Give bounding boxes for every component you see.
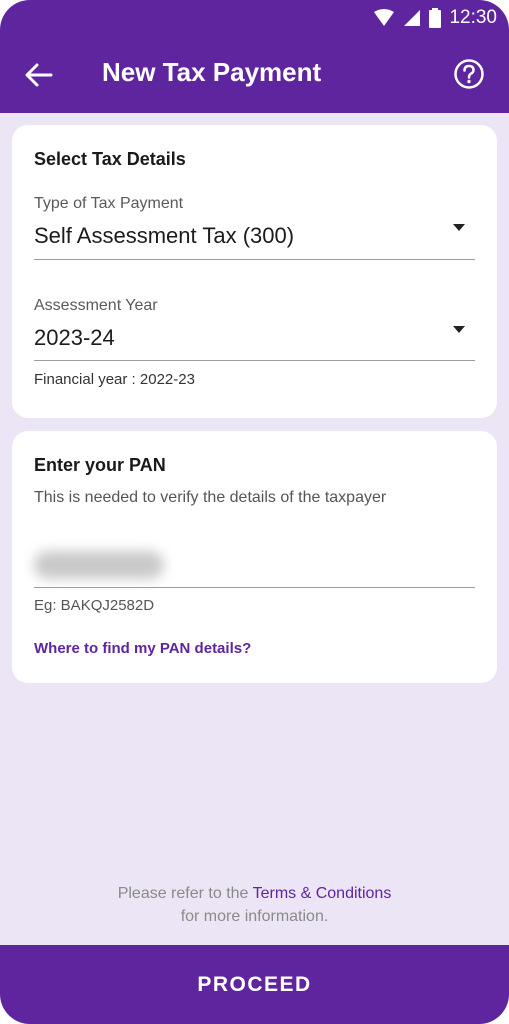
chevron-down-icon[interactable]	[453, 326, 465, 333]
help-circle-icon[interactable]	[453, 58, 485, 90]
pan-description: This is needed to verify the details of …	[34, 489, 387, 506]
wifi-icon	[374, 9, 395, 26]
pan-card: Enter your PAN This is needed to verify …	[12, 431, 497, 683]
assessment-year-label: Assessment Year	[34, 297, 158, 314]
tax-details-heading: Select Tax Details	[34, 149, 186, 169]
terms-link[interactable]: Terms & Conditions	[253, 885, 392, 902]
assessment-year-value[interactable]: 2023-24	[34, 325, 115, 351]
header: 12:30 New Tax Payment	[0, 0, 509, 113]
financial-year-text: Financial year : 2022-23	[34, 371, 195, 388]
pan-heading: Enter your PAN	[34, 455, 166, 475]
battery-icon	[429, 8, 442, 28]
terms-text: Please refer to the Terms & Conditions f…	[0, 882, 509, 928]
signal-icon	[404, 10, 421, 26]
chevron-down-icon[interactable]	[453, 224, 465, 231]
terms-prefix: Please refer to the	[117, 885, 253, 902]
arrow-left-icon[interactable]	[22, 58, 56, 92]
pan-underline	[34, 587, 475, 588]
tax-type-value[interactable]: Self Assessment Tax (300)	[34, 223, 294, 249]
terms-suffix: for more information.	[180, 908, 329, 925]
pan-value-blurred[interactable]	[34, 551, 164, 579]
pan-example: Eg: BAKQJ2582D	[34, 597, 155, 614]
proceed-button[interactable]: PROCEED	[0, 945, 509, 1024]
app-bar: New Tax Payment	[0, 36, 509, 113]
page-title: New Tax Payment	[102, 57, 322, 87]
status-time: 12:30	[449, 7, 497, 28]
status-bar: 12:30	[373, 0, 497, 36]
pan-help-link[interactable]: Where to find my PAN details?	[34, 640, 251, 657]
tax-type-label: Type of Tax Payment	[34, 195, 184, 212]
tax-details-card: Select Tax Details Type of Tax Payment S…	[12, 125, 497, 418]
assessment-year-underline	[34, 360, 475, 361]
screen: 12:30 New Tax Payment Select Tax Details…	[0, 0, 509, 1024]
tax-type-underline	[34, 259, 475, 260]
